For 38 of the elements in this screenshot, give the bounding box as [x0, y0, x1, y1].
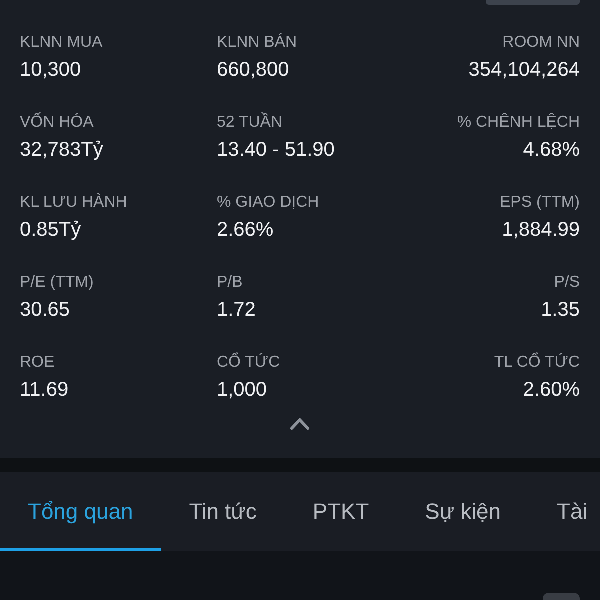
- stat-label: KLNN MUA: [20, 33, 103, 53]
- stat-label: ROE: [20, 353, 55, 373]
- stat-label: TL CỔ TỨC: [494, 353, 580, 373]
- stat-value: 30.65: [20, 298, 70, 322]
- partial-button[interactable]: [543, 593, 580, 600]
- stat-value: 11.69: [20, 378, 69, 402]
- tab[interactable]: Sự kiện: [397, 472, 530, 551]
- stat-value: 4.68%: [523, 138, 580, 162]
- stat-value: 1.72: [217, 298, 256, 322]
- stat-value: 354,104,264: [468, 58, 580, 82]
- stat-value: 1.35: [541, 298, 580, 322]
- stat-label: % GIAO DỊCH: [217, 193, 320, 213]
- stat-label: KL LƯU HÀNH: [20, 193, 128, 213]
- stat-label: VỐN HÓA: [20, 113, 94, 133]
- stat-value: 0.85Tỷ: [20, 218, 82, 242]
- stat-label: EPS (TTM): [500, 193, 580, 213]
- tab[interactable]: Tổng quan: [0, 472, 162, 551]
- stat-value: 660,800: [217, 58, 290, 82]
- stat-label: % CHÊNH LỆCH: [457, 113, 580, 133]
- stat-value: 32,783Tỷ: [20, 138, 104, 162]
- tab[interactable]: Tài: [529, 472, 600, 551]
- stat-value: 10,300: [20, 58, 82, 82]
- stat-label: P/E (TTM): [20, 273, 94, 293]
- partial-button[interactable]: [486, 0, 580, 5]
- stat-label: KLNN BÁN: [217, 33, 298, 53]
- tab[interactable]: Tin tức: [161, 472, 285, 551]
- stat-label: 52 TUẦN: [217, 113, 283, 133]
- stat-value: 1,000: [217, 378, 268, 402]
- stat-value: 2.66%: [217, 218, 274, 242]
- stat-label: ROOM NN: [502, 33, 580, 53]
- stat-label: CỔ TỨC: [217, 353, 280, 373]
- stat-value: 13.40 - 51.90: [217, 138, 335, 162]
- stat-value: 2.60%: [523, 378, 580, 402]
- stat-label: P/B: [217, 273, 243, 293]
- stat-value: 1,884.99: [502, 218, 580, 242]
- chevron-up-icon[interactable]: [290, 418, 310, 430]
- tab[interactable]: PTKT: [284, 472, 398, 551]
- stat-label: P/S: [554, 273, 580, 293]
